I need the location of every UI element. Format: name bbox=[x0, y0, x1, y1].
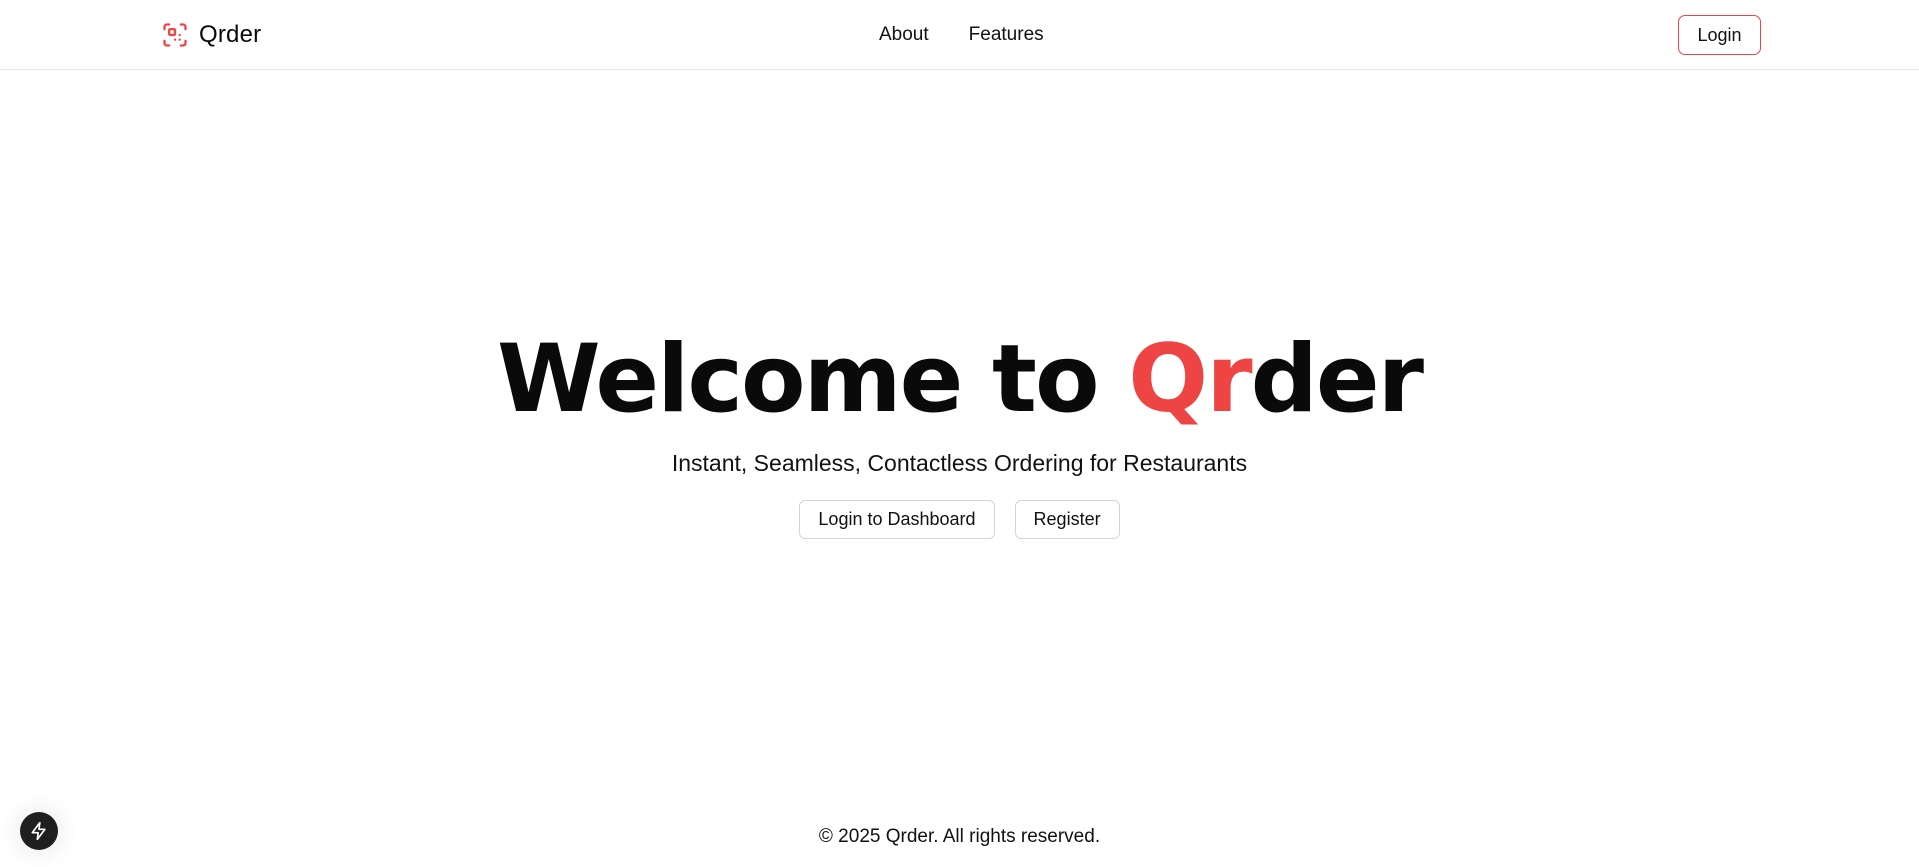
floating-action-button[interactable] bbox=[20, 812, 58, 850]
brand-name: Qrder bbox=[199, 21, 262, 48]
main-nav: About Features bbox=[879, 23, 1044, 47]
hero-title: Welcome to Qrder bbox=[0, 320, 1919, 440]
hero-actions: Login to Dashboard Register bbox=[0, 500, 1919, 539]
copyright-text: © 2025 Qrder. All rights reserved. bbox=[818, 826, 1101, 847]
nav-link-about[interactable]: About bbox=[879, 23, 929, 47]
qr-scan-icon bbox=[163, 23, 187, 47]
nav-link-features[interactable]: Features bbox=[969, 23, 1044, 47]
lightning-icon bbox=[31, 821, 46, 841]
footer: © 2025 Qrder. All rights reserved. bbox=[0, 824, 1919, 850]
register-button[interactable]: Register bbox=[1014, 500, 1120, 539]
login-button[interactable]: Login bbox=[1678, 15, 1761, 55]
hero-title-accent: Qr bbox=[1128, 325, 1252, 434]
hero-section: Welcome to Qrder Instant, Seamless, Cont… bbox=[0, 320, 1919, 478]
brand-logo-link[interactable]: Qrder bbox=[161, 20, 261, 50]
hero-title-suffix: der bbox=[1250, 325, 1424, 434]
login-to-dashboard-button[interactable]: Login to Dashboard bbox=[799, 500, 995, 539]
hero-subtitle: Instant, Seamless, Contactless Ordering … bbox=[671, 450, 1248, 476]
top-navbar: Qrder About Features Login bbox=[0, 0, 1919, 70]
hero-title-prefix: Welcome to bbox=[497, 325, 1129, 434]
